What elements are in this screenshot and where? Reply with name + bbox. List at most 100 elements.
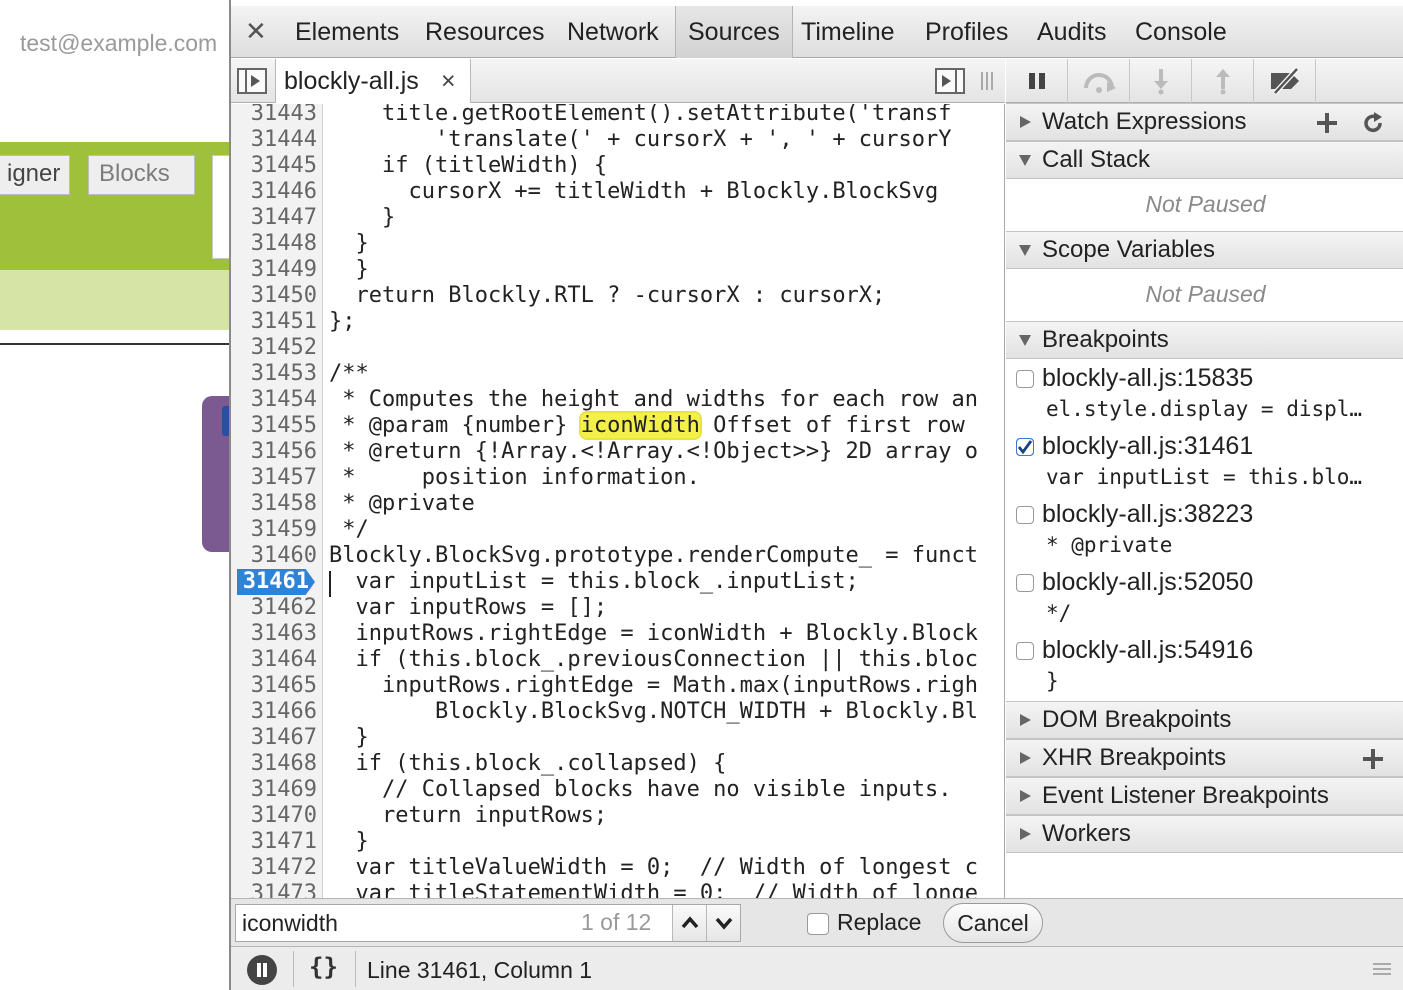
call-stack-header[interactable]: Call Stack	[1006, 141, 1403, 179]
code-line[interactable]: 31469 // Collapsed blocks have no visibl…	[231, 777, 1004, 803]
add-icon[interactable]	[1314, 110, 1340, 136]
code-line[interactable]: 31450 return Blockly.RTL ? -cursorX : cu…	[231, 283, 1004, 309]
line-number[interactable]: 31445	[231, 153, 317, 179]
breakpoint-location[interactable]: blockly-all.js:38223	[1042, 500, 1253, 529]
line-number[interactable]: 31449	[231, 257, 317, 283]
line-number[interactable]: 31464	[231, 647, 317, 673]
line-number[interactable]: 31469	[231, 777, 317, 803]
code-line[interactable]: 31464 if (this.block_.previousConnection…	[231, 647, 1004, 673]
code-line[interactable]: 31467 }	[231, 725, 1004, 751]
line-number[interactable]: 31446	[231, 179, 317, 205]
line-number[interactable]: 31457	[231, 465, 317, 491]
breakpoint-marker[interactable]: 31461	[237, 569, 315, 595]
previous-match-button[interactable]	[672, 905, 706, 941]
scope-variables-header[interactable]: Scope Variables	[1006, 231, 1403, 269]
code-line[interactable]: 31453 /**	[231, 361, 1004, 387]
breakpoint-location[interactable]: blockly-all.js:31461	[1042, 432, 1253, 461]
pause-on-exceptions-icon[interactable]	[247, 955, 277, 985]
step-out-button[interactable]	[1192, 59, 1254, 103]
line-number[interactable]: 31473	[231, 881, 317, 898]
line-number[interactable]: 31460	[231, 543, 317, 569]
tab-resources[interactable]: Resources	[413, 6, 557, 58]
splitter-handle-icon[interactable]	[979, 70, 995, 92]
event-listener-breakpoints-header[interactable]: Event Listener Breakpoints	[1006, 777, 1403, 815]
code-line[interactable]: 31462 var inputRows = [];	[231, 595, 1004, 621]
tab-console[interactable]: Console	[1123, 6, 1239, 58]
line-number[interactable]: 31471	[231, 829, 317, 855]
breakpoint-location[interactable]: blockly-all.js:52050	[1042, 568, 1253, 597]
tab-sources[interactable]: Sources	[675, 6, 793, 58]
code-editor[interactable]: 31443 title.getRootElement().setAttribut…	[231, 104, 1005, 898]
close-icon[interactable]: ✕	[245, 18, 267, 44]
line-number[interactable]: 31470	[231, 803, 317, 829]
line-number[interactable]: 31472	[231, 855, 317, 881]
step-into-button[interactable]	[1130, 59, 1192, 103]
breakpoint-checkbox[interactable]	[1016, 642, 1034, 660]
line-number[interactable]: 31463	[231, 621, 317, 647]
line-number[interactable]: 31465	[231, 673, 317, 699]
code-line[interactable]: 31446 cursorX += titleWidth + Blockly.Bl…	[231, 179, 1004, 205]
watch-expressions-header[interactable]: Watch Expressions	[1006, 103, 1403, 141]
pause-button[interactable]	[1006, 59, 1068, 103]
line-number[interactable]: 31462	[231, 595, 317, 621]
file-tab[interactable]: blockly-all.js ×	[275, 59, 471, 103]
breakpoint-location[interactable]: blockly-all.js:15835	[1042, 364, 1253, 393]
designer-button[interactable]: igner	[0, 155, 70, 195]
search-input[interactable]	[236, 905, 576, 941]
breakpoint-checkbox[interactable]	[1016, 506, 1034, 524]
drawer-handle-icon[interactable]	[1373, 961, 1391, 977]
code-line[interactable]: 31452	[231, 335, 1004, 361]
line-number[interactable]: 31459	[231, 517, 317, 543]
line-number[interactable]: 31451	[231, 309, 317, 335]
code-line[interactable]: 31473 var titleStatementWidth = 0; // Wi…	[231, 881, 1004, 898]
line-number[interactable]: 31453	[231, 361, 317, 387]
blocks-button[interactable]: Blocks	[88, 155, 195, 195]
line-number[interactable]: 31447	[231, 205, 317, 231]
line-number[interactable]: 31444	[231, 127, 317, 153]
code-line[interactable]: 31445 if (titleWidth) {	[231, 153, 1004, 179]
code-line[interactable]: 31451};	[231, 309, 1004, 335]
line-number[interactable]: 31450	[231, 283, 317, 309]
line-number[interactable]: 31467	[231, 725, 317, 751]
code-line[interactable]: 31461 var inputList = this.block_.inputL…	[231, 569, 1004, 595]
code-line[interactable]: 31457 * position information.	[231, 465, 1004, 491]
breakpoints-header[interactable]: Breakpoints	[1006, 321, 1403, 359]
tab-audits[interactable]: Audits	[1025, 6, 1118, 58]
cancel-button[interactable]: Cancel	[943, 903, 1043, 943]
code-line[interactable]: 31458 * @private	[231, 491, 1004, 517]
code-line[interactable]: 31470 return inputRows;	[231, 803, 1004, 829]
line-number[interactable]: 31468	[231, 751, 317, 777]
breakpoint-checkbox[interactable]	[1016, 370, 1034, 388]
code-line[interactable]: 31460 Blockly.BlockSvg.prototype.renderCo…	[231, 543, 1004, 569]
close-tab-icon[interactable]: ×	[441, 67, 456, 96]
refresh-icon[interactable]	[1360, 110, 1386, 136]
deactivate-breakpoints-button[interactable]	[1254, 59, 1316, 103]
code-line[interactable]: 31465 inputRows.rightEdge = Math.max(inp…	[231, 673, 1004, 699]
tab-profiles[interactable]: Profiles	[913, 6, 1020, 58]
code-line[interactable]: 31468 if (this.block_.collapsed) {	[231, 751, 1004, 777]
code-line[interactable]: 31466 Blockly.BlockSvg.NOTCH_WIDTH + Blo…	[231, 699, 1004, 725]
line-number[interactable]: 31456	[231, 439, 317, 465]
add-icon[interactable]	[1360, 746, 1386, 772]
hide-debugger-icon[interactable]	[935, 68, 965, 94]
code-line[interactable]: 31471 }	[231, 829, 1004, 855]
step-over-button[interactable]	[1068, 59, 1130, 103]
code-line[interactable]: 31449 }	[231, 257, 1004, 283]
code-line[interactable]: 31472 var titleValueWidth = 0; // Width …	[231, 855, 1004, 881]
line-number[interactable]: 31443	[231, 104, 317, 127]
line-number[interactable]: 31455	[231, 413, 317, 439]
code-line[interactable]: 31447 }	[231, 205, 1004, 231]
replace-checkbox[interactable]	[807, 913, 829, 935]
tab-elements[interactable]: Elements	[283, 6, 411, 58]
line-number[interactable]: 31458	[231, 491, 317, 517]
breakpoint-checkbox[interactable]	[1016, 574, 1034, 592]
tab-timeline[interactable]: Timeline	[789, 6, 907, 58]
breakpoint-location[interactable]: blockly-all.js:54916	[1042, 636, 1253, 665]
code-line[interactable]: 31443 title.getRootElement().setAttribut…	[231, 104, 1004, 127]
line-number[interactable]: 31448	[231, 231, 317, 257]
line-number[interactable]: 31452	[231, 335, 317, 361]
line-number[interactable]: 31454	[231, 387, 317, 413]
dom-breakpoints-header[interactable]: DOM Breakpoints	[1006, 701, 1403, 739]
pretty-print-icon[interactable]: {}	[309, 953, 338, 981]
code-line[interactable]: 31454 * Computes the height and widths f…	[231, 387, 1004, 413]
